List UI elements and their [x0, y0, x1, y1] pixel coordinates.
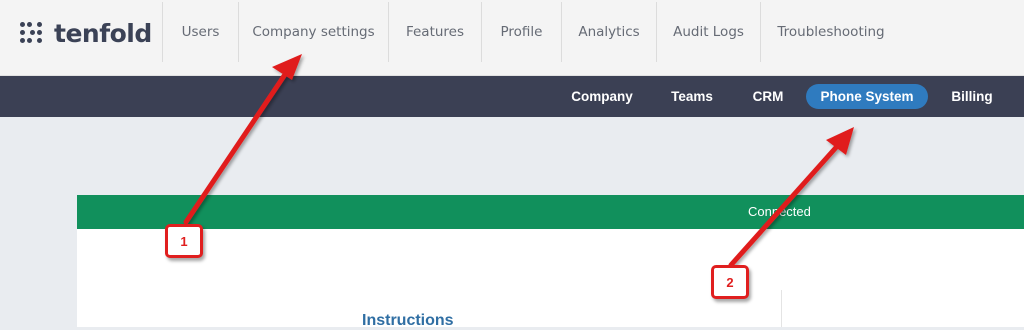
arrow-1-icon	[183, 67, 291, 225]
callout-1-badge: 1	[165, 224, 203, 258]
annotation-arrows	[183, 54, 854, 268]
arrow-2-icon	[728, 140, 843, 268]
callout-2-badge: 2	[711, 265, 749, 299]
